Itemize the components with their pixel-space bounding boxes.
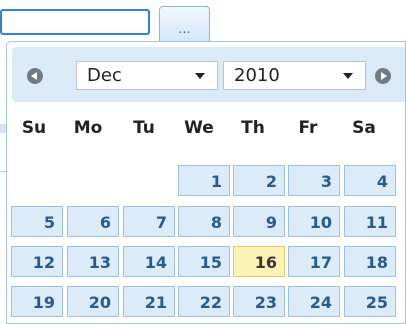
day-cell[interactable]: 17	[288, 246, 340, 277]
day-cell[interactable]: 20	[67, 286, 119, 317]
day-cell[interactable]: 18	[344, 246, 396, 277]
day-cell[interactable]: 22	[178, 286, 230, 317]
day-cell[interactable]: 24	[288, 286, 340, 317]
day-cell[interactable]: 4	[344, 165, 396, 196]
day-cell[interactable]: 13	[67, 246, 119, 277]
weekday-1: Mo	[73, 118, 103, 138]
weekday-2: Tu	[133, 118, 155, 138]
weekday-4: Th	[241, 118, 265, 138]
date-input[interactable]	[0, 9, 150, 35]
day-cell[interactable]: 10	[288, 206, 340, 237]
day-cell[interactable]: 1	[178, 165, 230, 196]
weekday-5: Fr	[298, 118, 318, 138]
year-select-value: 2010	[234, 65, 280, 86]
prev-month-icon[interactable]	[27, 68, 43, 84]
day-cell[interactable]: 3	[288, 165, 340, 196]
day-cell[interactable]: 21	[123, 286, 175, 317]
day-cell[interactable]: 19	[11, 286, 63, 317]
next-month-icon[interactable]	[375, 68, 391, 84]
caret-down-icon	[195, 73, 205, 79]
day-cell-today[interactable]: 16	[233, 246, 285, 277]
day-cell[interactable]: 2	[233, 165, 285, 196]
weekday-3: We	[184, 118, 214, 138]
datepicker-header: Dec 2010	[12, 47, 405, 102]
datepicker-trigger-button[interactable]: ...	[159, 6, 210, 44]
caret-down-icon	[343, 73, 353, 79]
datepicker-popup: Dec 2010 Su Mo Tu We Th Fr Sa 1 2 3 4 5 6 7 8 9 10 11 12 1…	[6, 41, 406, 324]
day-cell[interactable]: 11	[344, 206, 396, 237]
day-cell[interactable]: 23	[233, 286, 285, 317]
day-cell[interactable]: 12	[11, 246, 63, 277]
day-cell[interactable]: 8	[178, 206, 230, 237]
day-cell[interactable]: 5	[11, 206, 63, 237]
day-cell[interactable]: 15	[178, 246, 230, 277]
day-cell[interactable]: 9	[233, 206, 285, 237]
day-cell[interactable]: 25	[344, 286, 396, 317]
day-cell[interactable]: 6	[67, 206, 119, 237]
month-select-value: Dec	[87, 65, 122, 86]
day-cell[interactable]: 7	[123, 206, 175, 237]
day-cell[interactable]: 14	[123, 246, 175, 277]
weekday-6: Sa	[352, 118, 376, 138]
year-select[interactable]: 2010	[223, 61, 366, 90]
month-select[interactable]: Dec	[76, 61, 218, 90]
weekday-0: Su	[21, 118, 47, 138]
